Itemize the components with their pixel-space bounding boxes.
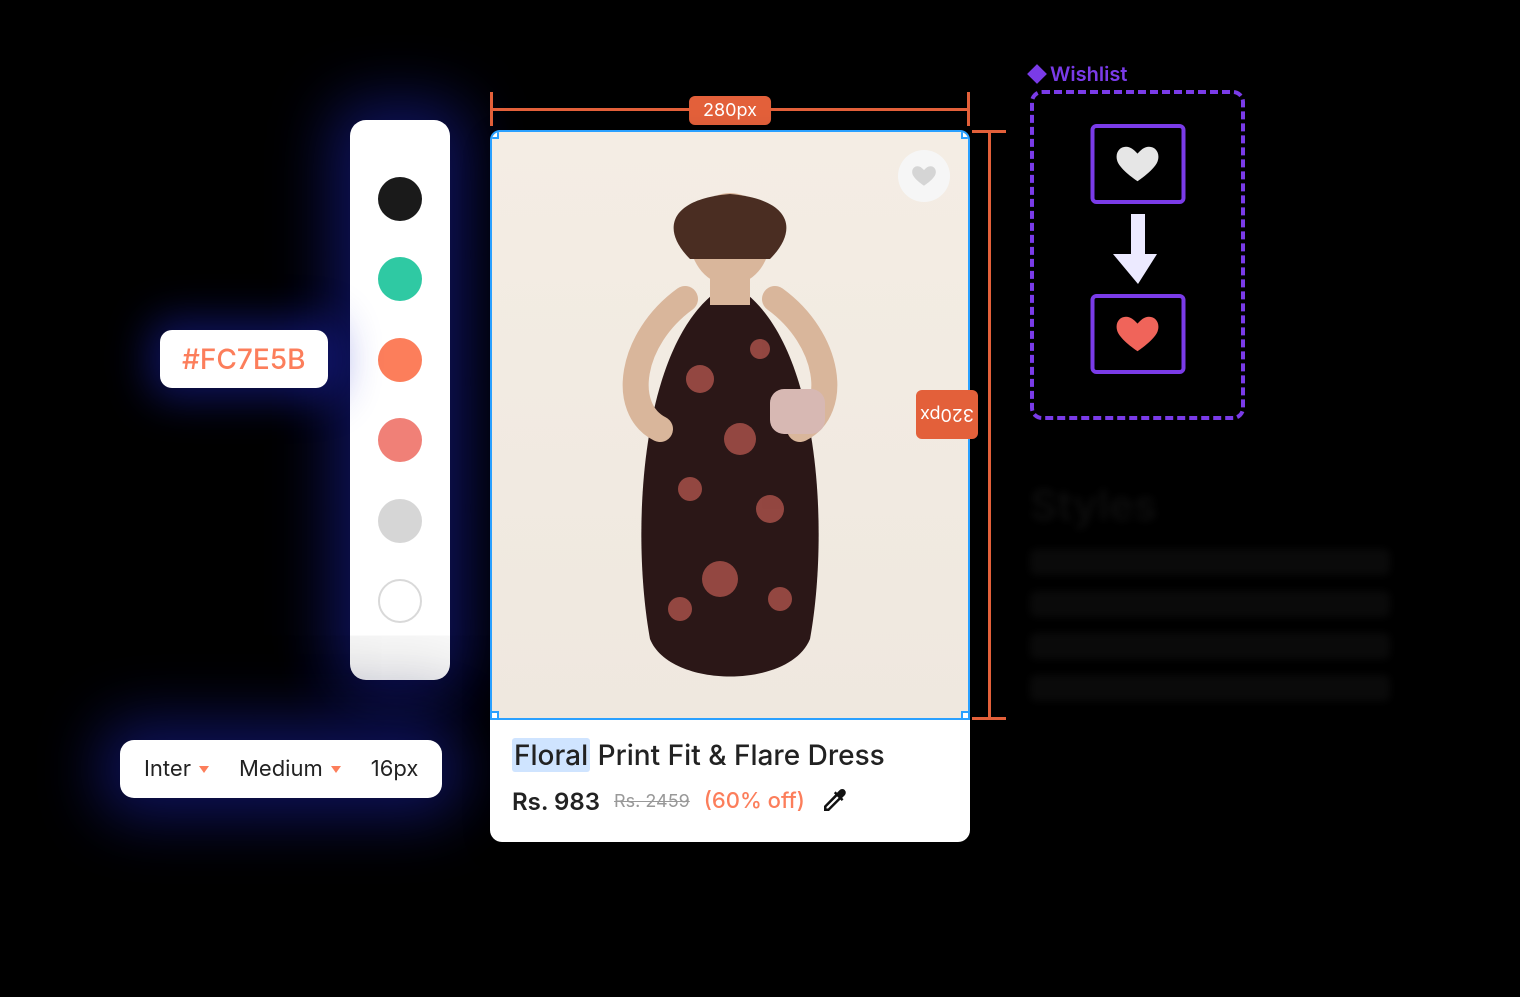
product-info: Floral Print Fit & Flare Dress Rs. 983 R…	[490, 720, 970, 842]
swatch-1[interactable]	[378, 177, 422, 221]
chevron-down-icon	[199, 766, 209, 773]
resize-handle[interactable]	[961, 130, 970, 139]
font-size-label: 16px	[371, 756, 419, 782]
blurred-heading: Styles	[1030, 480, 1390, 531]
height-ruler-label: 320px	[916, 390, 978, 439]
swatch-2[interactable]	[378, 257, 422, 301]
eyedropper-icon[interactable]	[819, 786, 849, 816]
font-family-dropdown[interactable]: Inter	[144, 756, 209, 782]
font-weight-value: Medium	[239, 756, 323, 782]
product-title[interactable]: Floral Print Fit & Flare Dress	[512, 738, 948, 772]
font-family-value: Inter	[144, 756, 191, 782]
title-rest: Print Fit & Flare Dress	[590, 738, 885, 772]
resize-handle[interactable]	[490, 130, 499, 139]
color-palette[interactable]	[350, 120, 450, 680]
product-card: Floral Print Fit & Flare Dress Rs. 983 R…	[490, 130, 970, 842]
wishlist-inspector-label: Wishlist	[1030, 62, 1127, 86]
font-size-value[interactable]: 16px	[371, 756, 419, 782]
chevron-down-icon	[331, 766, 341, 773]
arrow-down-icon	[1113, 214, 1163, 299]
price-current: Rs. 983	[512, 787, 600, 816]
swatch-5[interactable]	[378, 499, 422, 543]
heart-icon	[911, 163, 937, 189]
heart-filled-icon	[1115, 311, 1161, 357]
resize-handle[interactable]	[961, 711, 970, 720]
wishlist-state-empty[interactable]	[1090, 124, 1185, 204]
resize-handle[interactable]	[490, 711, 499, 720]
price-old: Rs. 2459	[614, 791, 690, 812]
wishlist-label-text: Wishlist	[1050, 62, 1127, 86]
price-discount: (60% off)	[704, 788, 805, 814]
product-image-frame[interactable]	[490, 130, 970, 720]
heart-outline-icon	[1115, 141, 1161, 187]
typography-bar: Inter Medium 16px	[120, 740, 442, 798]
active-hex-chip[interactable]: #FC7E5B	[160, 330, 328, 388]
width-ruler: 280px	[490, 92, 970, 126]
diamond-icon	[1027, 64, 1047, 84]
wishlist-state-filled[interactable]	[1090, 294, 1185, 374]
swatch-3-active[interactable]	[378, 338, 422, 382]
wishlist-button[interactable]	[898, 150, 950, 202]
swatch-6[interactable]	[378, 579, 422, 623]
blurred-panel: Styles	[1030, 480, 1390, 717]
height-ruler: 320px	[972, 130, 1006, 720]
font-weight-dropdown[interactable]: Medium	[239, 756, 341, 782]
width-ruler-label: 280px	[689, 96, 771, 125]
title-highlight: Floral	[512, 738, 590, 772]
swatch-4[interactable]	[378, 418, 422, 462]
wishlist-inspector[interactable]	[1030, 90, 1245, 420]
product-illustration	[570, 179, 890, 699]
